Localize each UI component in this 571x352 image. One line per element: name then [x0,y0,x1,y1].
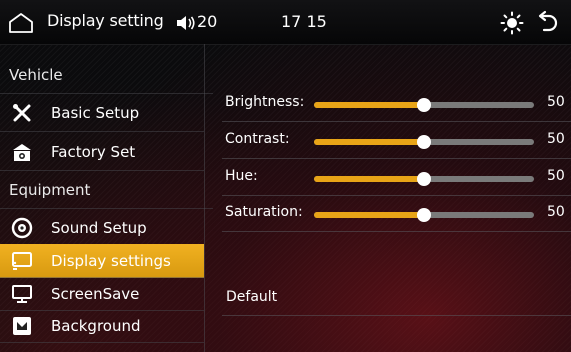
slider-fill [314,212,424,218]
slider-value: 50 [547,131,565,147]
sidebar-item-label: ScreenSave [51,285,140,303]
sidebar-item-label: Basic Setup [51,103,140,122]
slider-fill [314,139,424,145]
sidebar-item-screensave[interactable]: ScreenSave [0,278,204,311]
sidebar-item-label: Display settings [51,251,171,270]
slider-value: 50 [547,168,565,184]
slider-label: Brightness: [225,94,305,110]
panel-divider [204,44,205,352]
speaker-icon [177,16,195,30]
sun-icon[interactable] [500,11,524,35]
slider-knob[interactable] [417,208,431,222]
sidebar-item-basic-setup[interactable]: Basic Setup [0,94,204,132]
slider-label: Saturation: [225,204,303,220]
slider-value: 50 [547,94,565,110]
section-vehicle: Vehicle [0,56,213,94]
page-title: Display setting [47,11,164,30]
picture-icon [13,317,31,335]
home-icon[interactable] [8,12,34,34]
slider-saturation: Saturation: 50 [222,198,571,232]
slider-fill [314,176,424,182]
section-label: Equipment [9,180,91,199]
slider-label: Hue: [225,168,258,184]
slider-knob[interactable] [417,135,431,149]
slider-track[interactable] [314,208,534,222]
slider-brightness: Brightness: 50 [222,88,571,122]
section-label: Vehicle [9,65,63,84]
section-equipment: Equipment [0,171,213,209]
slider-knob[interactable] [417,172,431,186]
factory-icon [13,143,31,161]
sidebar-item-display-settings[interactable]: Display settings [0,244,204,278]
sidebar-item-background[interactable]: Background [0,310,204,343]
slider-contrast: Contrast: 50 [222,125,571,159]
sidebar-item-label: Sound Setup [51,218,147,237]
slider-knob[interactable] [417,98,431,112]
slider-track[interactable] [314,98,534,112]
volume-value: 20 [197,12,218,31]
back-arrow-icon[interactable] [536,10,558,34]
slider-hue: Hue: 50 [222,162,571,196]
slider-value: 50 [547,204,565,220]
display-icon [12,251,32,270]
tools-icon [13,103,31,121]
default-label: Default [226,289,278,305]
slider-track[interactable] [314,172,534,186]
clock: 17 15 [281,12,327,31]
sidebar: Vehicle Basic Setup Factory Set Equipmen… [0,44,213,352]
slider-track[interactable] [314,135,534,149]
speaker-circle-icon [11,217,33,238]
sidebar-item-label: Factory Set [51,142,136,161]
sidebar-item-factory-set[interactable]: Factory Set [0,133,204,171]
status-bar: Display setting 20 17 15 [0,0,571,45]
default-button[interactable]: Default [222,281,571,316]
sidebar-item-label: Background [51,317,141,335]
slider-fill [314,102,424,108]
monitor-icon [12,285,32,303]
slider-label: Contrast: [225,131,290,147]
sidebar-item-sound-setup[interactable]: Sound Setup [0,209,204,247]
